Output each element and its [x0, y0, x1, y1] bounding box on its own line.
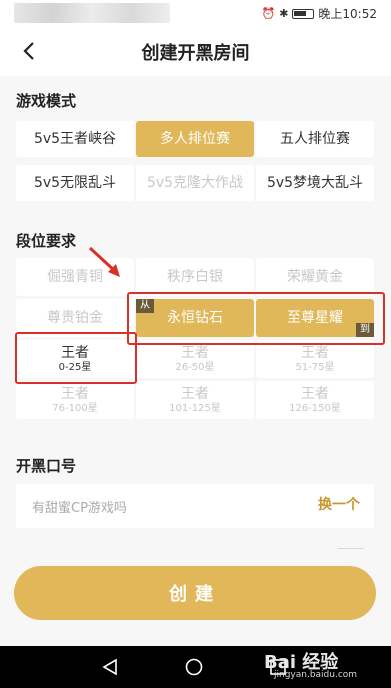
alarm-icon: ⏰ — [261, 7, 276, 20]
game-mode-option-label: 多人排位赛 — [160, 131, 230, 147]
rank-option[interactable]: 至尊星耀到 — [256, 299, 374, 337]
slogan-placeholder: 有甜蜜CP游戏吗 — [32, 501, 127, 516]
rank-option-stars: 0-25星 — [58, 361, 92, 373]
game-mode-option-label: 5v5梦境大乱斗 — [266, 175, 364, 191]
rank-option-stars: 126-150星 — [289, 402, 341, 414]
rank-option-stars: 76-100星 — [52, 402, 98, 414]
rank-option[interactable]: 倔强青铜 — [16, 258, 134, 296]
game-mode-option-label: 五人排位赛 — [280, 131, 350, 147]
rank-option[interactable]: 王者 26-50星 — [136, 340, 254, 378]
rank-option-label: 荣耀黄金 — [287, 269, 343, 285]
rank-option-label: 王者 — [301, 344, 329, 361]
game-mode-option[interactable]: 多人排位赛 — [136, 121, 254, 157]
rank-option-stars: 51-75星 — [295, 361, 335, 373]
game-mode-option[interactable]: 5v5无限乱斗 — [16, 165, 134, 201]
game-mode-option-label: 5v5克隆大作战 — [146, 175, 244, 191]
game-mode-option-label: 5v5王者峡谷 — [33, 131, 117, 147]
status-bar: ⏰ ✱ 晚上10:52 — [0, 0, 391, 26]
game-mode-option[interactable]: 5v5梦境大乱斗 — [256, 165, 374, 201]
blurred-status-area — [14, 3, 170, 23]
rank-option-stars: 26-50星 — [175, 361, 215, 373]
status-time: 晚上10:52 — [318, 7, 377, 21]
rank-option-label: 尊贵铂金 — [47, 310, 103, 326]
home-circle-icon[interactable] — [184, 657, 204, 677]
rank-option[interactable]: 王者 51-75星 — [256, 340, 374, 378]
rank-option-label: 倔强青铜 — [47, 269, 103, 285]
status-icons: ⏰ ✱ 晚上10:52 — [261, 5, 377, 22]
watermark-url: jingyan.baidu.com — [274, 670, 358, 680]
game-mode-option[interactable]: 5v5克隆大作战 — [136, 165, 254, 201]
battery-icon — [292, 8, 315, 19]
bluetooth-icon: ✱ — [279, 7, 289, 20]
rank-option[interactable]: 荣耀黄金 — [256, 258, 374, 296]
rank-option-label: 王者 — [61, 344, 89, 361]
divider — [338, 548, 364, 549]
create-button[interactable]: 创建 — [14, 566, 376, 620]
rank-option[interactable]: 王者 76-100星 — [16, 381, 134, 419]
game-mode-option[interactable]: 五人排位赛 — [256, 121, 374, 157]
slogan-input[interactable]: 有甜蜜CP游戏吗 换一个 — [16, 484, 374, 528]
rank-option-label: 永恒钻石 — [167, 310, 223, 326]
swap-slogan-button[interactable]: 换一个 — [318, 494, 360, 514]
range-from-tag: 从 — [136, 299, 154, 313]
rank-option[interactable]: 永恒钻石从 — [136, 299, 254, 337]
rank-option-label: 王者 — [181, 385, 209, 402]
back-triangle-icon[interactable] — [100, 657, 120, 677]
rank-option[interactable]: 王者 126-150星 — [256, 381, 374, 419]
rank-requirement-title: 段位要求 — [16, 232, 77, 250]
game-mode-title: 游戏模式 — [16, 92, 77, 110]
page-title: 创建开黑房间 — [141, 43, 250, 64]
rank-option-label: 秩序白银 — [167, 269, 223, 285]
rank-option[interactable]: 尊贵铂金 — [16, 299, 134, 337]
rank-option-label: 至尊星耀 — [287, 310, 343, 326]
game-mode-option-label: 5v5无限乱斗 — [33, 175, 117, 191]
rank-option-label: 王者 — [181, 344, 209, 361]
range-to-tag: 到 — [356, 323, 374, 337]
slogan-title: 开黑口号 — [16, 457, 77, 475]
rank-option[interactable]: 王者 0-25星 — [16, 340, 134, 378]
rank-option-label: 王者 — [301, 385, 329, 402]
rank-option-stars: 101-125星 — [169, 402, 221, 414]
rank-option[interactable]: 秩序白银 — [136, 258, 254, 296]
game-mode-option[interactable]: 5v5王者峡谷 — [16, 121, 134, 157]
rank-option-label: 王者 — [61, 385, 89, 402]
rank-option[interactable]: 王者 101-125星 — [136, 381, 254, 419]
header: 创建开黑房间 — [0, 26, 391, 76]
